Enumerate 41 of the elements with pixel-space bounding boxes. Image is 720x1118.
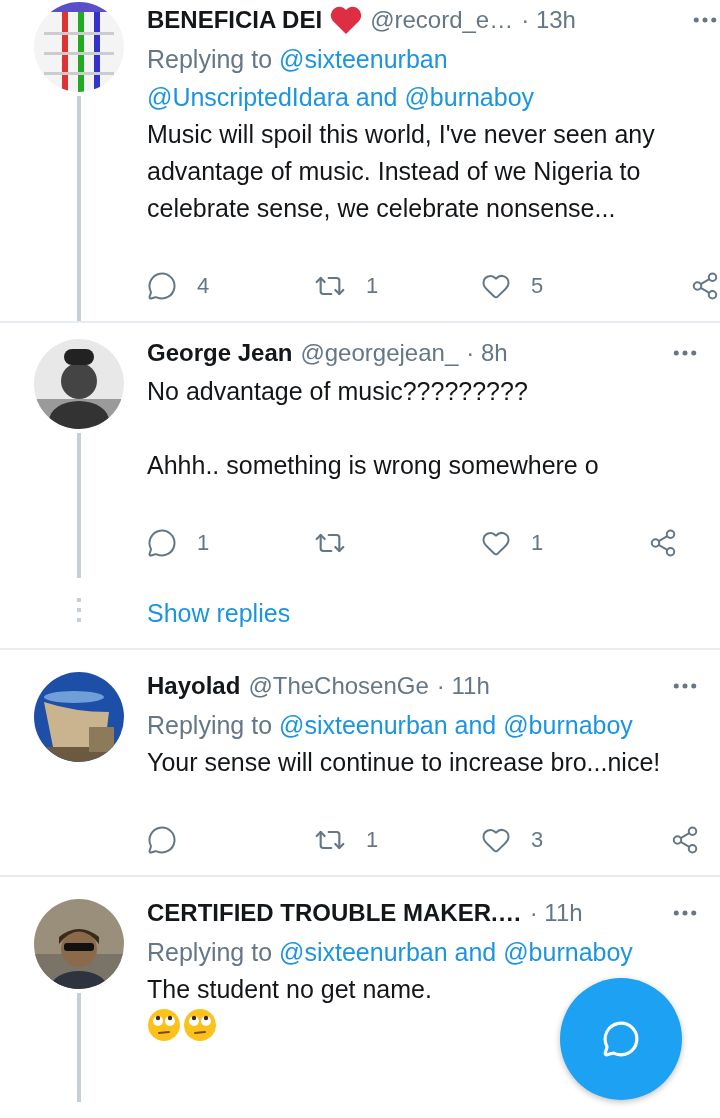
like-count: 1 — [531, 530, 544, 556]
reply-icon[interactable] — [147, 271, 177, 301]
mention-link[interactable]: @UnscriptedIdara and @burnaboy — [147, 78, 535, 116]
tweet-time: · 13h — [521, 6, 576, 34]
retweet-count: 1 — [366, 273, 379, 299]
reply-count: 4 — [197, 273, 210, 299]
mention-link[interactable]: @sixteenurban and @burnaboy — [279, 933, 633, 971]
share-icon[interactable] — [670, 825, 700, 855]
tweet-text: No advantage of music????????? Ahhh.. something is wrong somewhere o — [147, 376, 600, 481]
replying-label: Replying to — [147, 710, 273, 741]
heart-icon — [330, 6, 363, 34]
replying-label: Replying to — [147, 44, 273, 75]
eye-roll-emoji-icon — [147, 1008, 181, 1042]
eye-roll-emoji-icon — [183, 1008, 217, 1042]
like-count: 3 — [531, 827, 544, 853]
reply-icon — [602, 1020, 640, 1058]
author-name: George Jean — [147, 339, 293, 367]
share-icon[interactable] — [648, 528, 678, 558]
reply-button[interactable] — [560, 978, 682, 1100]
retweet-count: 1 — [366, 827, 379, 853]
tweet-text: The student no get name. — [147, 974, 433, 1005]
author-handle: @georgejean_ — [300, 339, 459, 367]
like-count: 5 — [531, 273, 544, 299]
author-handle: @record_e… — [370, 6, 514, 34]
show-replies-link[interactable]: Show replies — [147, 598, 291, 628]
author-name: Hayolad — [147, 672, 241, 700]
reply-icon[interactable] — [147, 528, 177, 558]
mention-link[interactable]: @sixteenurban — [279, 40, 448, 78]
tweet-time: · 11h — [436, 672, 490, 700]
tweet-time: · 8h — [466, 339, 508, 367]
author-name: BENEFICIA DEI — [147, 6, 323, 34]
tweet-text: Music will spoil this world, I've never seen any advantage of music. Instead of we Nigeria to celebrate sense, we celebrate nonsense... — [147, 119, 656, 224]
mention-link[interactable]: @sixteenurban and @burnaboy — [279, 706, 633, 744]
reply-icon[interactable] — [147, 825, 177, 855]
tweet-text: Your sense will continue to increase bro...nice! — [147, 747, 662, 778]
replying-label: Replying to — [147, 937, 273, 968]
share-icon[interactable] — [690, 271, 720, 301]
author-handle: @TheChosenGe — [248, 672, 429, 700]
tweet-time: · 11h — [529, 899, 583, 927]
reply-count: 1 — [197, 530, 210, 556]
author-name: CERTIFIED TROUBLE MAKER.… — [147, 899, 522, 927]
